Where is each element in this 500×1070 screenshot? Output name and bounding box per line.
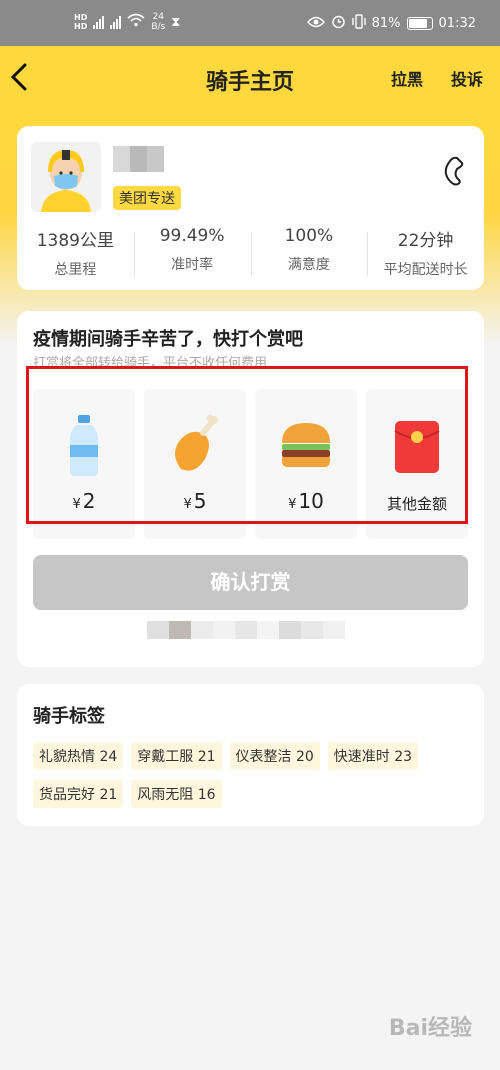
hd-icon: HD HD xyxy=(74,13,88,31)
rider-avatar xyxy=(31,142,101,212)
signal-icon xyxy=(93,15,105,29)
tip-title: 疫情期间骑手辛苦了，快打个赏吧 xyxy=(33,329,303,350)
tip-option-2[interactable]: ¥2 xyxy=(33,389,135,539)
rider-tag: 仪表整洁 20 xyxy=(229,742,320,770)
tip-card: 疫情期间骑手辛苦了，快打个赏吧 打赏将全部转给骑手，平台不收任何费用 ¥2 ¥5 xyxy=(17,311,484,667)
rider-tag: 风雨无阻 16 xyxy=(131,780,222,808)
signal-icon xyxy=(110,15,122,29)
wifi-icon xyxy=(127,13,145,31)
red-envelope-icon xyxy=(394,421,440,473)
phone-icon xyxy=(444,156,464,186)
tip-amount-5: ¥5 xyxy=(183,489,207,513)
clock: 01:32 xyxy=(438,16,476,31)
burger-icon xyxy=(282,423,330,467)
tip-options: ¥2 ¥5 ¥10 其他金额 xyxy=(33,389,469,539)
rider-tag: 礼貌热情 24 xyxy=(33,742,124,770)
blurred-content xyxy=(147,621,345,639)
tip-amount-custom: 其他金额 xyxy=(386,495,447,513)
battery-icon xyxy=(406,17,433,30)
rider-tag: 穿戴工服 21 xyxy=(131,742,222,770)
hourglass-icon: ⧗ xyxy=(171,14,181,30)
stat-avg-delivery-time: 22分钟 平均配送时长 xyxy=(367,226,484,282)
nav-bar: 骑手主页 拉黑 投诉 xyxy=(0,46,500,110)
status-bar: HD HD 24 B/s ⧗ 81% 01:32 xyxy=(0,0,500,46)
tip-subtitle: 打赏将全部转给骑手，平台不收任何费用 xyxy=(33,356,268,366)
rider-name-blurred xyxy=(113,146,164,172)
rider-info-card: 美团专送 1389公里 总里程 99.49% 准时率 100% 满意度 22分钟… xyxy=(17,126,484,290)
rider-tag: 快速准时 23 xyxy=(327,742,419,770)
block-button[interactable]: 拉黑 xyxy=(391,66,423,90)
report-button[interactable]: 投诉 xyxy=(451,66,483,90)
vibrate-icon xyxy=(351,14,366,33)
rider-tags-card: 骑手标签 礼貌热情 24 穿戴工服 21 仪表整洁 20 快速准时 23 货品完… xyxy=(17,684,484,826)
stat-on-time-rate: 99.49% 准时率 xyxy=(133,226,251,282)
tags-title: 骑手标签 xyxy=(33,706,105,727)
tag-list: 礼貌热情 24 穿戴工服 21 仪表整洁 20 快速准时 23 货品完好 21 … xyxy=(33,742,473,808)
tip-amount-10: ¥10 xyxy=(288,489,324,513)
stat-total-distance: 1389公里 总里程 xyxy=(36,231,114,278)
water-bottle-icon xyxy=(70,415,98,476)
battery-percent: 81% xyxy=(371,16,401,31)
phone-call-button[interactable] xyxy=(440,156,466,186)
tip-option-10[interactable]: ¥10 xyxy=(255,389,357,539)
chicken-leg-icon xyxy=(175,414,218,471)
confirm-tip-button[interactable]: 确认打赏 xyxy=(33,555,468,610)
net-speed: 24 B/s xyxy=(151,12,166,32)
delivery-service-badge: 美团专送 xyxy=(113,186,181,210)
tip-amount-2: ¥2 xyxy=(72,489,96,513)
watermark: Bai经验 xyxy=(388,1016,472,1041)
page-title: 骑手主页 xyxy=(205,70,294,95)
alarm-icon xyxy=(331,14,346,33)
rider-tag: 货品完好 21 xyxy=(33,780,124,808)
rider-stats: 1389公里 总里程 99.49% 准时率 100% 满意度 22分钟 平均配送… xyxy=(17,226,484,282)
tip-option-custom[interactable]: 其他金额 xyxy=(366,389,468,539)
tip-option-5[interactable]: ¥5 xyxy=(144,389,246,539)
stat-satisfaction: 100% 满意度 xyxy=(250,226,368,282)
eye-icon xyxy=(306,16,325,32)
